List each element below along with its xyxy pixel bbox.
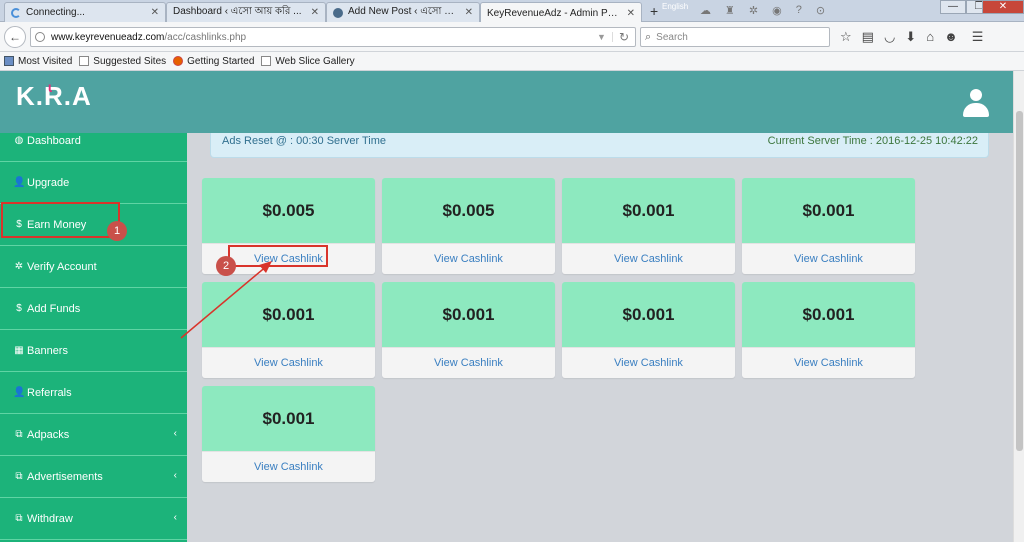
tab-label: KeyRevenueAdz - Admin Panel [487,7,623,19]
minimize-button[interactable]: — [940,0,966,14]
tab-label: Add New Post ‹ এসো আয়... [348,6,461,17]
browser-tab-active[interactable]: KeyRevenueAdz - Admin Panel ✕ [480,2,642,23]
url-text: www.keyrevenueadz.com/acc/cashlinks.php [51,31,247,43]
tab-label: Dashboard ‹ এসো আয় করি ... [173,6,302,17]
search-placeholder: Search [656,31,688,43]
cloud-icon: ☁ [700,5,711,17]
reload-icon[interactable]: ↻ [613,30,635,44]
search-icon: ⌕ [645,30,652,43]
tab-close-icon[interactable]: ✕ [627,8,635,19]
browser-tab[interactable]: Add New Post ‹ এসো আয়... ✕ [326,2,480,22]
language-indicator: English [662,2,689,11]
address-bar[interactable]: www.keyrevenueadz.com/acc/cashlinks.php … [30,27,636,47]
back-button[interactable]: ← [4,26,26,48]
tool-icon: ♜ [725,5,735,17]
wordpress-icon [333,7,343,18]
annotation-arrow [180,261,272,339]
chat-icon[interactable]: ☻ [944,29,958,45]
system-tray: ☁ ♜ ✲ ◉ ? ⊙ [700,4,825,17]
home-icon[interactable]: ⌂ [926,29,934,45]
bookmark-getting-started[interactable]: Getting Started [173,56,254,67]
page-icon [79,56,90,66]
tab-close-icon[interactable]: ✕ [151,7,159,18]
browser-tab-bar: Connecting... ✕ Dashboard ‹ এসো আয় করি … [0,0,1024,23]
bookmark-suggested-sites[interactable]: Suggested Sites [79,56,166,67]
loading-spinner-icon [11,7,21,18]
browser-tab[interactable]: Dashboard ‹ এসো আয় করি ... ✕ [166,2,326,22]
vertical-scrollbar[interactable] [1013,71,1024,542]
new-tab-button[interactable]: + [650,3,658,19]
tab-label: Connecting... [26,7,85,18]
bookmark-most-visited[interactable]: Most Visited [4,56,72,67]
browser-toolbar: ☆ ▤ ◡ ⬇ ⌂ ☻ ☰ [840,29,983,45]
pocket-icon[interactable]: ◡ [884,29,895,45]
browser-navbar: ← www.keyrevenueadz.com/acc/cashlinks.ph… [0,22,1024,52]
page-icon [261,56,272,66]
reading-list-icon[interactable]: ▤ [862,29,874,45]
firefox-icon [173,56,184,66]
globe-icon [35,32,45,42]
bookmark-icon [4,56,14,66]
info-icon: ⊙ [815,5,826,17]
browser-icon: ◉ [772,5,782,17]
download-icon[interactable]: ⬇ [905,29,916,45]
tab-close-icon[interactable]: ✕ [465,7,473,18]
search-input[interactable]: ⌕ Search [640,27,830,47]
window-close-button[interactable]: ✕ [982,0,1024,14]
scrollbar-thumb[interactable] [1016,111,1023,451]
history-dropdown-icon[interactable]: ▼ [591,32,613,42]
page-viewport: K. ɩ R.A ◍ Dashboard 👤 Upgrade $ Earn Mone… [0,71,1013,542]
bookmark-star-icon[interactable]: ☆ [840,29,852,45]
menu-icon[interactable]: ☰ [972,29,984,45]
bookmark-web-slice-gallery[interactable]: Web Slice Gallery [261,56,355,67]
browser-tab[interactable]: Connecting... ✕ [4,2,166,22]
bookmarks-bar: Most Visited Suggested Sites Getting Sta… [0,52,1024,71]
help-icon: ? [795,4,802,16]
settings-icon: ✲ [748,5,759,17]
tab-close-icon[interactable]: ✕ [311,7,319,18]
